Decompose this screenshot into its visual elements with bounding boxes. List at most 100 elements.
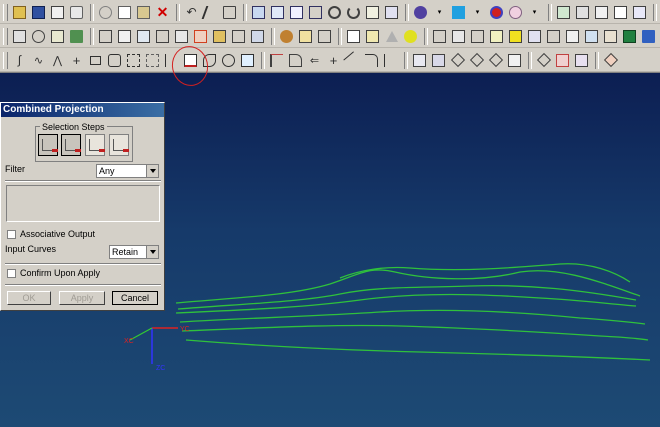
hole-icon[interactable] bbox=[173, 28, 190, 45]
pocket-icon[interactable] bbox=[211, 28, 228, 45]
shaded-icon[interactable] bbox=[412, 4, 429, 21]
cone-icon[interactable] bbox=[135, 28, 152, 45]
slot-icon[interactable] bbox=[249, 28, 266, 45]
law-curve-icon[interactable] bbox=[144, 52, 161, 69]
toolbar-grip[interactable] bbox=[3, 51, 8, 69]
layer-icon[interactable] bbox=[364, 4, 381, 21]
sheet-edit-icon[interactable] bbox=[631, 4, 648, 21]
extend-curve-icon[interactable]: ⇐ bbox=[306, 52, 323, 69]
assembly-icon[interactable] bbox=[555, 4, 572, 21]
divide-curve-icon[interactable] bbox=[343, 50, 362, 70]
save-icon[interactable] bbox=[30, 4, 47, 21]
delete-icon[interactable]: ✕ bbox=[154, 4, 171, 21]
face-icon[interactable] bbox=[345, 28, 362, 45]
ok-button[interactable]: OK bbox=[7, 291, 51, 305]
offset-face-icon[interactable] bbox=[364, 28, 381, 45]
studio-spline-icon[interactable]: ∿ bbox=[30, 52, 47, 69]
pointer-icon[interactable] bbox=[221, 4, 238, 21]
render-icon[interactable] bbox=[383, 4, 400, 21]
sheet-icon[interactable] bbox=[612, 4, 629, 21]
step-first-curve-button[interactable] bbox=[38, 134, 58, 156]
trim-sheet-icon[interactable] bbox=[554, 52, 571, 69]
undo-icon[interactable]: ↶ bbox=[183, 4, 200, 21]
shell-icon[interactable] bbox=[431, 28, 448, 45]
boss-icon[interactable] bbox=[192, 28, 209, 45]
section-curve-icon[interactable] bbox=[239, 52, 256, 69]
intersect-icon[interactable] bbox=[316, 28, 333, 45]
chevron-down-icon[interactable] bbox=[146, 246, 158, 258]
patch-icon[interactable] bbox=[602, 28, 619, 45]
spline-icon[interactable]: ∫ bbox=[11, 52, 28, 69]
polyline-icon[interactable]: ⋀ bbox=[49, 52, 66, 69]
offset-curve-icon[interactable] bbox=[268, 52, 285, 69]
surface-icon[interactable] bbox=[506, 52, 523, 69]
table-icon[interactable] bbox=[593, 4, 610, 21]
trim-body-icon[interactable] bbox=[450, 28, 467, 45]
pattern-icon[interactable] bbox=[526, 28, 543, 45]
dialog-title[interactable]: Combined Projection bbox=[1, 103, 164, 117]
sew-icon[interactable] bbox=[583, 28, 600, 45]
block-icon[interactable] bbox=[97, 28, 114, 45]
point-icon[interactable]: + bbox=[68, 52, 85, 69]
material-icon[interactable] bbox=[507, 4, 524, 21]
rectangle-icon[interactable] bbox=[87, 52, 104, 69]
cut-icon[interactable] bbox=[97, 4, 114, 21]
pad-icon[interactable] bbox=[230, 28, 247, 45]
polygon-icon[interactable] bbox=[106, 52, 123, 69]
chevron-down-icon[interactable] bbox=[146, 165, 158, 177]
open-icon[interactable] bbox=[11, 4, 28, 21]
fillet-curve-icon[interactable] bbox=[363, 52, 380, 69]
step-second-curve-button[interactable] bbox=[61, 134, 81, 156]
cancel-button[interactable]: Cancel bbox=[112, 291, 158, 305]
rotate-icon[interactable] bbox=[345, 4, 362, 21]
zoom-icon[interactable] bbox=[269, 4, 286, 21]
instance-icon[interactable] bbox=[564, 28, 581, 45]
step-second-direction-button[interactable] bbox=[109, 134, 129, 156]
copy-icon[interactable] bbox=[116, 4, 133, 21]
swept-surface-icon[interactable] bbox=[449, 52, 466, 69]
subtract-icon[interactable] bbox=[297, 28, 314, 45]
dropdown-icon[interactable]: ▾ bbox=[431, 4, 448, 21]
filter-select[interactable]: Any bbox=[96, 164, 159, 178]
component-icon[interactable] bbox=[574, 4, 591, 21]
pan-icon[interactable] bbox=[307, 4, 324, 21]
surface-analysis-icon[interactable] bbox=[602, 52, 619, 69]
confirm-upon-apply-checkbox[interactable] bbox=[7, 269, 16, 278]
dropdown-icon[interactable]: ▾ bbox=[526, 4, 543, 21]
intersect-curve-icon[interactable] bbox=[220, 52, 237, 69]
n-sided-icon[interactable] bbox=[487, 52, 504, 69]
trim-curve-icon[interactable]: + bbox=[325, 52, 342, 69]
step-first-direction-button[interactable] bbox=[85, 134, 105, 156]
toolbar-grip[interactable] bbox=[3, 3, 8, 21]
join-curve-icon[interactable] bbox=[382, 52, 399, 69]
extension-icon[interactable] bbox=[573, 52, 590, 69]
extrude-icon[interactable] bbox=[11, 28, 28, 45]
paste-icon[interactable] bbox=[135, 4, 152, 21]
thicken-icon[interactable] bbox=[68, 28, 85, 45]
magnify-icon[interactable] bbox=[326, 4, 343, 21]
split-body-icon[interactable] bbox=[469, 28, 486, 45]
input-curves-select[interactable]: Retain bbox=[109, 245, 159, 259]
edge-blend-icon[interactable] bbox=[507, 28, 524, 45]
feature-icon[interactable] bbox=[640, 28, 657, 45]
fit-view-icon[interactable] bbox=[250, 4, 267, 21]
helix-icon[interactable] bbox=[125, 52, 142, 69]
through-mesh-icon[interactable] bbox=[430, 52, 447, 69]
sphere-icon[interactable] bbox=[154, 28, 171, 45]
selection-list[interactable] bbox=[6, 185, 160, 222]
draft-icon[interactable] bbox=[383, 28, 400, 45]
dropdown-icon[interactable]: ▾ bbox=[469, 4, 486, 21]
associative-output-checkbox[interactable] bbox=[7, 230, 16, 239]
through-curves-icon[interactable] bbox=[411, 52, 428, 69]
zoom-window-icon[interactable] bbox=[288, 4, 305, 21]
mirror-icon[interactable] bbox=[545, 28, 562, 45]
ruled-icon[interactable] bbox=[468, 52, 485, 69]
sweep-icon[interactable] bbox=[49, 28, 66, 45]
select-tool-icon[interactable] bbox=[201, 4, 220, 21]
unite-icon[interactable] bbox=[278, 28, 295, 45]
offset-surface-icon[interactable] bbox=[535, 52, 552, 69]
blend-icon[interactable] bbox=[402, 28, 419, 45]
bridge-curve-icon[interactable] bbox=[287, 52, 304, 69]
cylinder-icon[interactable] bbox=[116, 28, 133, 45]
chamfer-icon[interactable] bbox=[488, 28, 505, 45]
